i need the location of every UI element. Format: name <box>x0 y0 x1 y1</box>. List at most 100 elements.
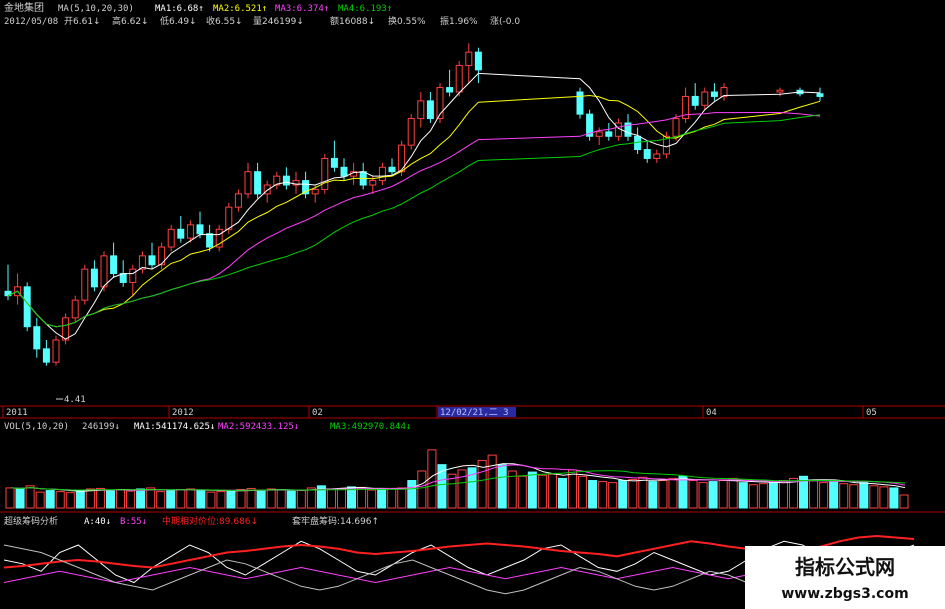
volume-bar <box>55 491 65 509</box>
volume-bar <box>899 494 909 509</box>
candle-body <box>710 91 718 97</box>
candle-body <box>417 100 425 120</box>
quote-amount: 额16088↓ <box>330 15 375 27</box>
volume-bar <box>367 489 377 509</box>
volume-bar <box>768 482 778 509</box>
candle-body <box>71 299 79 319</box>
volume-bar <box>457 469 467 509</box>
volume-bar <box>276 489 286 509</box>
volume-bar <box>738 482 748 509</box>
volume-bar <box>105 490 115 509</box>
candle-body <box>340 166 348 177</box>
volume-bar <box>889 487 899 509</box>
volume-bar <box>547 473 557 509</box>
volume-bar <box>829 481 839 509</box>
volume-bar <box>638 476 648 509</box>
candle-body <box>446 87 454 93</box>
volume-bar <box>849 484 859 509</box>
candle-body <box>52 339 60 363</box>
volume-bar <box>206 491 216 509</box>
volume-bar <box>256 490 266 509</box>
volume-bar <box>15 488 25 509</box>
volume-bar <box>136 488 146 509</box>
stock-chart-canvas: 金地集团 MA(5,10,20,30) MA1:6.68↑ MA2:6.521↑… <box>0 0 945 609</box>
volume-bar <box>75 489 85 509</box>
candle-body <box>465 51 473 66</box>
volume-bar <box>387 488 397 509</box>
candle-body <box>167 228 175 248</box>
volume-bar <box>698 482 708 509</box>
candle-body <box>321 157 329 190</box>
volume-bar <box>216 491 226 509</box>
volume-bar <box>819 482 829 509</box>
quote-turnover: 换0.55% <box>388 15 426 27</box>
candle-body <box>643 149 651 159</box>
candle-body <box>576 91 584 115</box>
candle-body <box>595 131 603 137</box>
candle-body <box>225 206 233 230</box>
volume-bar <box>296 490 306 509</box>
volume-bar <box>809 480 819 509</box>
volume-bar <box>5 487 15 509</box>
candle-body <box>119 273 127 283</box>
volume-bar <box>718 480 728 509</box>
volume-bar <box>85 488 95 509</box>
ma2-value: MA2:6.521↑ <box>213 4 267 14</box>
volume-bar <box>226 490 236 509</box>
quote-open: 开6.61↓ <box>64 16 101 27</box>
volume-bar <box>326 488 336 509</box>
volume-bar <box>537 474 547 509</box>
candle-body <box>455 64 463 93</box>
indicator-a: A:40↓ <box>84 517 111 527</box>
volume-bar <box>176 489 186 509</box>
quote-change: 涨(-0.0 <box>490 16 520 27</box>
indicator-lock: 套牢盘筹码:14.696↑ <box>292 515 379 527</box>
volume-bar <box>236 489 246 509</box>
volume-bar <box>567 469 578 509</box>
volume-bar <box>377 489 387 509</box>
volume-bar <box>115 489 126 509</box>
quote-high: 高6.62↓ <box>112 15 149 27</box>
candle-body <box>129 268 137 283</box>
volume-bar <box>598 481 608 509</box>
candle-body <box>816 93 824 97</box>
candle-body <box>81 268 89 301</box>
candle-body <box>653 153 661 159</box>
volume-bar <box>166 490 176 509</box>
candle-body <box>282 175 290 186</box>
quote-amplitude: 振1.96% <box>440 15 478 27</box>
volume-bar <box>869 485 879 509</box>
candle-body <box>90 268 98 288</box>
time-axis-label: 04 <box>706 408 717 418</box>
indicator-label: 超级筹码分析 <box>4 515 58 527</box>
volume-bar <box>497 464 507 509</box>
candle-body <box>378 166 386 182</box>
candle-body <box>474 51 482 71</box>
volume-bar <box>668 477 678 509</box>
candle-body <box>311 188 319 195</box>
candle-body <box>776 89 784 93</box>
candle-body <box>254 171 262 195</box>
volume-bar <box>156 491 166 509</box>
candle-body <box>330 157 338 168</box>
vol-value: 246199↓ <box>82 422 120 432</box>
volume-bar <box>628 478 638 509</box>
candle-body <box>691 95 699 106</box>
vol-ma1: MA1:541174.625↓ <box>134 422 215 432</box>
quote-volume: 量246199↓ <box>253 16 304 27</box>
volume-bar <box>65 492 75 509</box>
time-axis-label: 2011 <box>6 408 28 418</box>
volume-bar <box>678 475 688 509</box>
volume-bar <box>758 483 768 509</box>
volume-bar <box>859 482 869 509</box>
stock-name: 金地集团 <box>4 1 44 14</box>
volume-bar <box>126 490 136 509</box>
volume-bar <box>608 482 618 509</box>
volume-bar <box>879 486 889 509</box>
candle-body <box>110 255 118 275</box>
quote-close: 收6.55↓ <box>206 15 243 27</box>
ma-label: MA(5,10,20,30) <box>58 4 134 14</box>
volume-bar <box>35 491 45 509</box>
candle-body <box>244 171 252 195</box>
volume-bar <box>25 485 35 509</box>
